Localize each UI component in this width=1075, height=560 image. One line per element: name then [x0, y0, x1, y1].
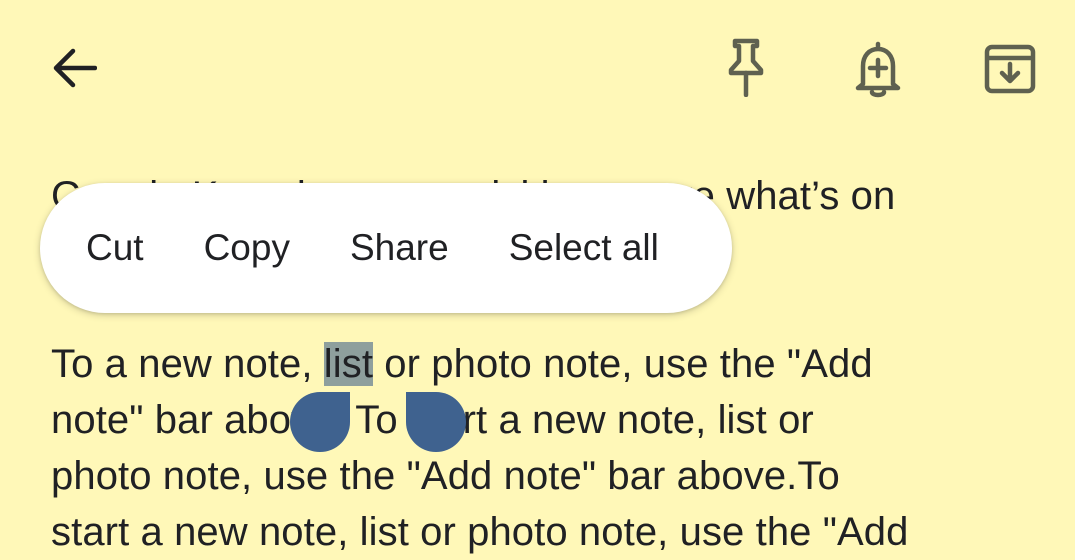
- select-all-menu-item[interactable]: Select all: [479, 183, 689, 313]
- copy-menu-item[interactable]: Copy: [174, 183, 320, 313]
- selected-text: list: [323, 342, 374, 386]
- note-text: To a new note,: [51, 342, 324, 386]
- reminder-button[interactable]: [848, 40, 908, 102]
- archive-button[interactable]: [980, 42, 1040, 100]
- arrow-left-icon: [51, 48, 98, 93]
- bell-plus-icon: [855, 40, 901, 103]
- note-text: or photo note, use the "Add: [373, 342, 873, 386]
- text-selection-menu: Cut Copy Share Select all: [40, 183, 732, 313]
- cut-menu-item[interactable]: Cut: [56, 183, 174, 313]
- note-line: note" bar above. To start a new note, li…: [51, 398, 814, 442]
- pin-icon: [726, 37, 766, 102]
- note-line: start a new note, list or photo note, us…: [51, 510, 909, 554]
- pin-button[interactable]: [716, 38, 776, 100]
- note-line: To a new note, list or photo note, use t…: [51, 336, 1051, 392]
- archive-icon: [984, 44, 1036, 99]
- share-menu-item[interactable]: Share: [320, 183, 479, 313]
- note-line: photo note, use the "Add note" bar above…: [51, 454, 840, 498]
- back-button[interactable]: [44, 40, 104, 100]
- selection-handle-end[interactable]: [406, 392, 466, 452]
- selection-handle-start[interactable]: [290, 392, 350, 452]
- note-paragraph-2[interactable]: To a new note, list or photo note, use t…: [51, 336, 1051, 560]
